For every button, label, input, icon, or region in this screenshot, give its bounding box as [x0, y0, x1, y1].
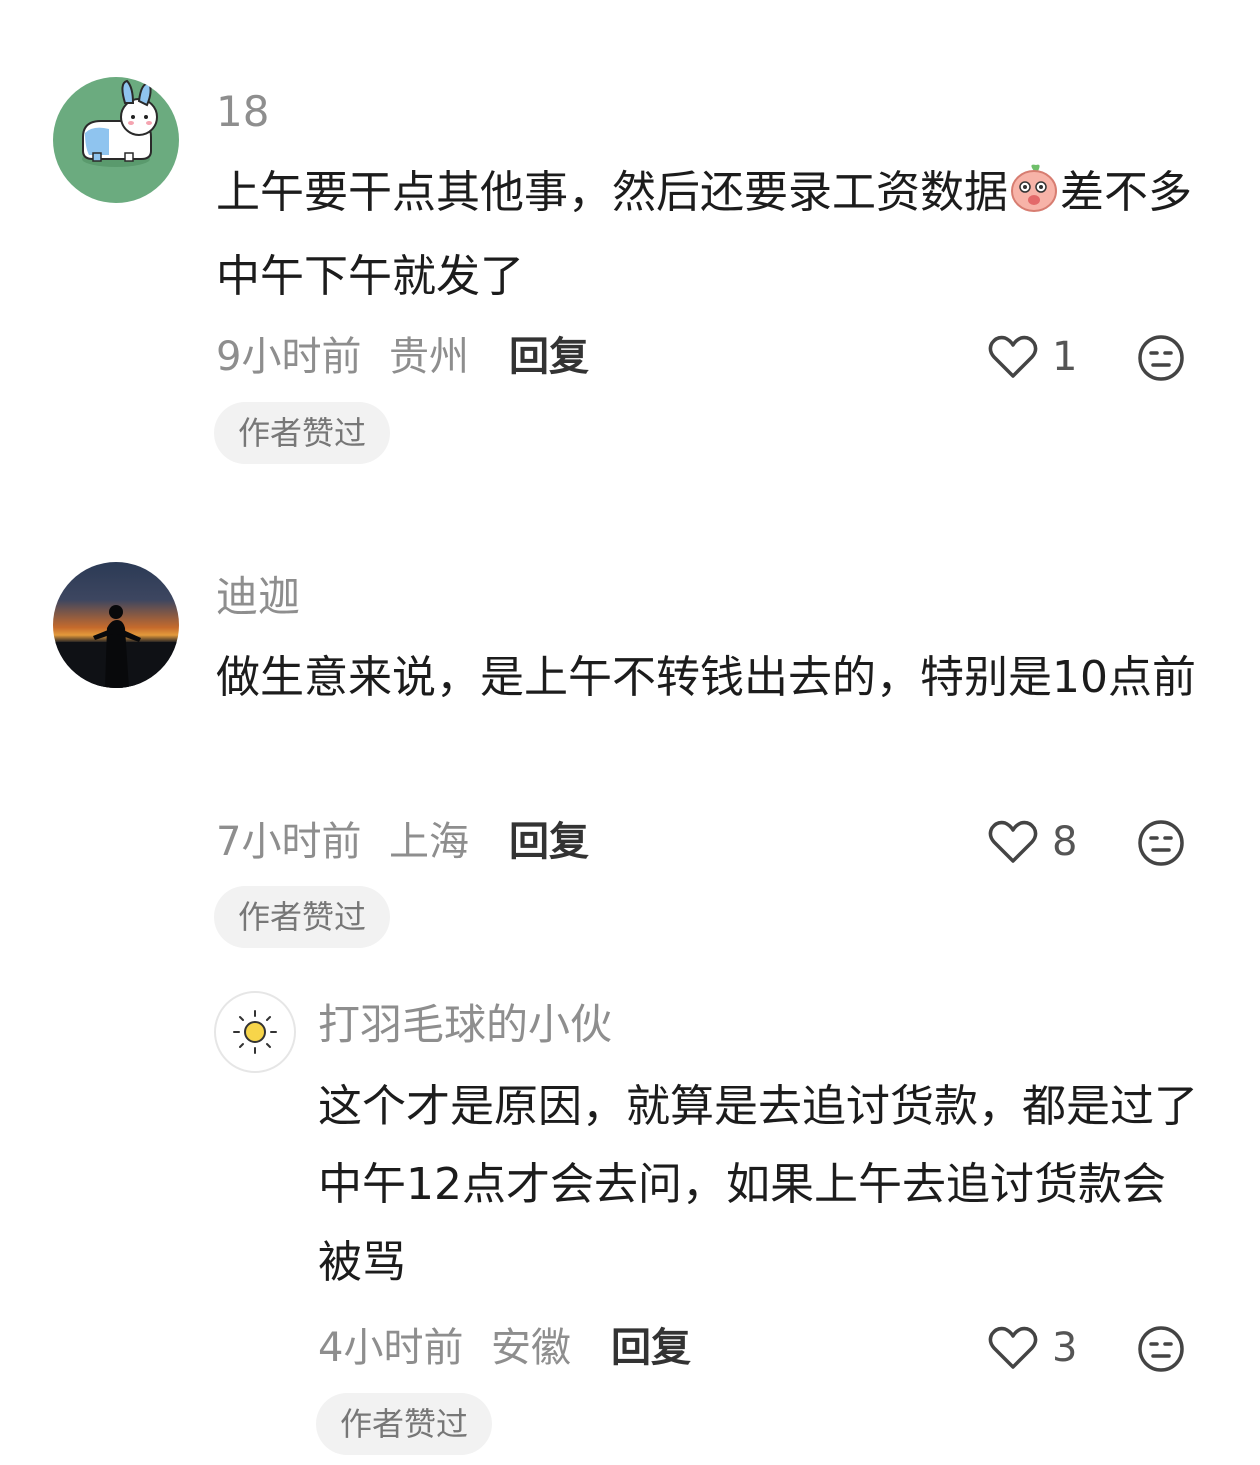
reply-button[interactable]: 回复 [509, 822, 589, 862]
like-count: 1 [1052, 334, 1078, 380]
comment-item: 18 上午要干点其他事，然后还要录工资数据 差不多中午下午就发了 9小时前 贵州… [0, 0, 1260, 480]
like-button[interactable]: 1 [988, 334, 1077, 380]
comment-text-part: 上午要干点其他事，然后还要录工资数据 [216, 167, 1008, 218]
author-liked-badge: 作者赞过 [316, 1393, 493, 1455]
comment-location: 贵州 [389, 334, 469, 380]
comment-location: 安徽 [491, 1325, 571, 1371]
dislike-button[interactable] [1137, 334, 1185, 386]
sunset-silhouette-avatar-icon [53, 605, 179, 688]
like-count: 3 [1052, 1325, 1078, 1371]
like-count: 8 [1052, 819, 1078, 865]
comment-time: 9小时前 [216, 334, 362, 380]
comment-time: 7小时前 [216, 819, 362, 865]
comment-time: 4小时前 [318, 1325, 464, 1371]
like-button[interactable]: 8 [988, 819, 1077, 865]
unamused-face-icon [1138, 820, 1184, 866]
sun-avatar-icon [233, 1010, 277, 1054]
heart-icon [988, 1326, 1038, 1369]
username[interactable]: 18 [216, 91, 269, 133]
user-avatar[interactable] [214, 991, 296, 1073]
heart-icon [988, 820, 1038, 863]
unamused-face-icon [1138, 1326, 1184, 1372]
username[interactable]: 迪迦 [216, 576, 300, 618]
author-liked-badge: 作者赞过 [214, 886, 391, 948]
bunny-avatar-icon [82, 79, 158, 167]
username[interactable]: 打羽毛球的小伙 [318, 1004, 612, 1046]
dislike-button[interactable] [1137, 819, 1185, 871]
author-liked-badge: 作者赞过 [214, 402, 391, 464]
reply-button[interactable]: 回复 [509, 337, 589, 377]
comment-text: 这个才是原因，就算是去追讨货款，都是过了中午12点才会去问，如果上午去追讨货款会… [318, 1081, 1198, 1288]
user-avatar[interactable] [53, 77, 179, 203]
unamused-face-icon [1138, 335, 1184, 381]
peach-emoji-icon [1008, 160, 1060, 238]
comment-text: 上午要干点其他事，然后还要录工资数据 差不多中午下午就发了 [216, 154, 1206, 316]
comment-location: 上海 [389, 819, 469, 865]
heart-icon [988, 335, 1038, 378]
user-avatar[interactable] [53, 562, 179, 688]
comment-text: 做生意来说，是上午不转钱出去的，特别是10点前 [216, 652, 1196, 703]
reply-button[interactable]: 回复 [611, 1328, 691, 1368]
like-button[interactable]: 3 [988, 1325, 1077, 1371]
dislike-button[interactable] [1137, 1325, 1185, 1377]
